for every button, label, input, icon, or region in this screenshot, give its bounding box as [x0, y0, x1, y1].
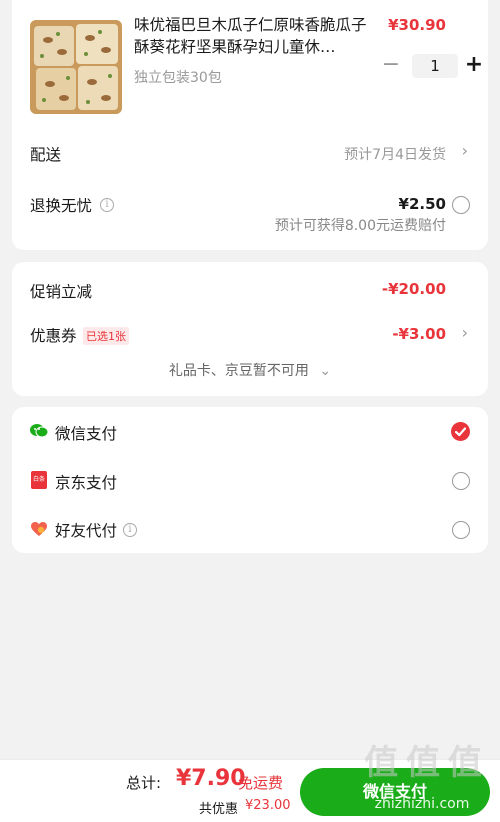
- quantity-stepper: − 1 +: [376, 52, 484, 80]
- wechat-pay-label: 微信支付: [55, 425, 118, 443]
- delivery-label: 配送: [30, 146, 62, 164]
- discount-card: 促销立减 -¥20.00 优惠券 已选1张 -¥3.00 › 礼品卡、京豆暂不可…: [12, 262, 488, 396]
- total-label: 总计:: [126, 774, 162, 792]
- payment-methods-card: 微信支付 白条 京东支付 好友代付 i: [12, 407, 488, 553]
- coupon-selected-badge: 已选1张: [83, 327, 129, 345]
- pay-button[interactable]: 微信支付: [300, 768, 490, 816]
- decrease-quantity-button[interactable]: −: [380, 52, 402, 80]
- chevron-right-icon: ›: [461, 141, 468, 160]
- product-image[interactable]: [30, 20, 122, 114]
- friend-pay-icon: [31, 522, 47, 536]
- return-insurance-note: 预计可获得8.00元运费赔付: [274, 218, 446, 234]
- discount-value: ¥23.00: [245, 798, 291, 813]
- promotion-label: 促销立减: [30, 283, 93, 301]
- unavailable-assets-text: 礼品卡、京豆暂不可用: [168, 363, 309, 379]
- increase-quantity-button[interactable]: +: [463, 52, 485, 80]
- quantity-input[interactable]: 1: [412, 54, 458, 78]
- coupon-row[interactable]: 优惠券 已选1张 -¥3.00 ›: [12, 318, 488, 350]
- payment-option-wechat[interactable]: 微信支付: [12, 415, 488, 449]
- info-icon[interactable]: i: [123, 523, 137, 537]
- product-spec[interactable]: 独立包装30包: [134, 67, 222, 87]
- payment-option-jd[interactable]: 白条 京东支付: [12, 464, 488, 498]
- order-card: 味优福巴旦木瓜子仁原味香脆瓜子酥葵花籽坚果酥孕妇儿童休… 独立包装30包 ¥30…: [12, 0, 488, 250]
- wechat-pay-icon: [30, 424, 48, 438]
- promotion-value: -¥20.00: [381, 280, 446, 298]
- jd-pay-label: 京东支付: [55, 474, 118, 492]
- unavailable-assets-row[interactable]: 礼品卡、京豆暂不可用 ⌄: [12, 360, 488, 380]
- product-price: ¥30.90: [388, 16, 446, 34]
- jd-pay-icon: 白条: [31, 471, 47, 489]
- free-shipping-label: 免运费: [238, 774, 284, 792]
- delivery-date: 预计7月4日发货: [344, 147, 446, 163]
- coupon-value: -¥3.00: [392, 325, 446, 343]
- selected-check-icon: [451, 422, 470, 441]
- delivery-row[interactable]: 配送 预计7月4日发货 ›: [12, 136, 488, 170]
- return-insurance-label: 退换无忧: [30, 197, 93, 215]
- return-insurance-radio[interactable]: [452, 196, 470, 214]
- friend-pay-radio[interactable]: [452, 521, 470, 539]
- discount-label: 共优惠: [199, 802, 239, 817]
- product-photo-icon: [30, 20, 122, 114]
- info-icon[interactable]: i: [100, 198, 114, 212]
- chevron-right-icon: ›: [461, 323, 468, 342]
- payment-option-friend[interactable]: 好友代付 i: [12, 512, 488, 546]
- jd-pay-radio[interactable]: [452, 472, 470, 490]
- return-insurance-price: ¥2.50: [398, 195, 446, 213]
- chevron-down-icon: ⌄: [319, 363, 332, 379]
- coupon-label: 优惠券: [30, 327, 77, 345]
- product-title[interactable]: 味优福巴旦木瓜子仁原味香脆瓜子酥葵花籽坚果酥孕妇儿童休…: [134, 14, 372, 58]
- friend-pay-label: 好友代付: [55, 522, 118, 540]
- checkout-bar: 总计: ¥7.90 免运费 共优惠 ¥23.00 微信支付: [0, 759, 500, 822]
- total-value: ¥7.90: [176, 766, 246, 791]
